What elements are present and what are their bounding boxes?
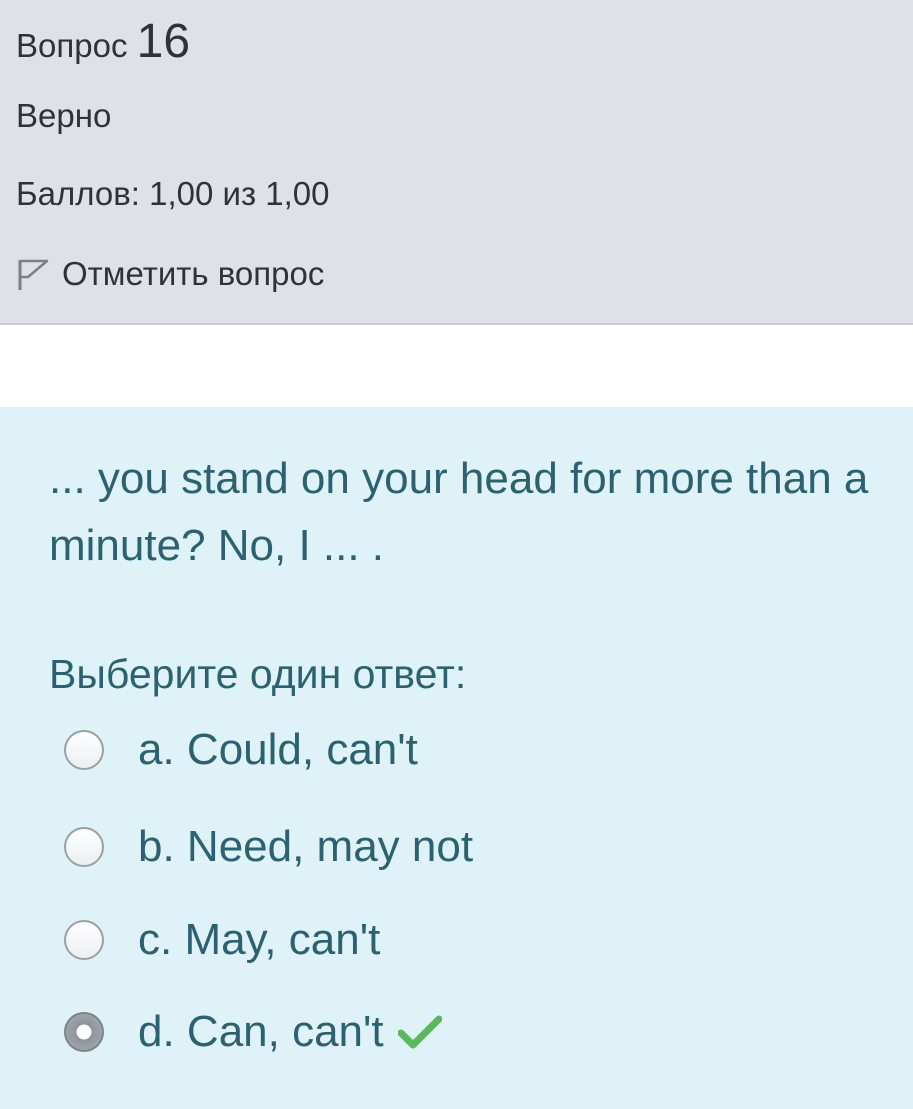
question-content: ... you stand on your head for more than… bbox=[0, 407, 913, 1109]
question-label: Вопрос bbox=[16, 27, 128, 64]
answer-option-c[interactable]: c. May, can't bbox=[64, 912, 380, 968]
answer-radio-c[interactable] bbox=[64, 920, 104, 960]
answer-option-d[interactable]: d. Can, can't bbox=[64, 1004, 442, 1060]
answer-label-a: a. Could, can't bbox=[138, 725, 418, 774]
flag-question-label: Отметить вопрос bbox=[62, 255, 325, 292]
answer-label-b: b. Need, may not bbox=[138, 822, 474, 871]
question-number-heading: Вопрос 16 bbox=[16, 16, 190, 72]
answer-option-b[interactable]: b. Need, may not bbox=[64, 819, 473, 875]
check-icon bbox=[397, 1015, 442, 1049]
answer-radio-b[interactable] bbox=[64, 827, 104, 867]
answer-prompt: Выберите один ответ: bbox=[49, 651, 467, 697]
answer-label-d: d. Can, can't bbox=[138, 1007, 384, 1056]
flag-icon bbox=[18, 259, 49, 290]
question-text: ... you stand on your head for more than… bbox=[49, 454, 869, 570]
answer-radio-d[interactable] bbox=[64, 1012, 104, 1052]
flag-question-button[interactable]: Отметить вопрос bbox=[16, 252, 324, 296]
question-grade: Баллов: 1,00 из 1,00 bbox=[16, 175, 330, 212]
answer-option-a[interactable]: a. Could, can't bbox=[64, 722, 418, 778]
answer-radio-a[interactable] bbox=[64, 730, 104, 770]
question-state: Верно bbox=[16, 97, 112, 134]
question-number: 16 bbox=[136, 15, 191, 68]
answer-label-c: c. May, can't bbox=[138, 915, 381, 964]
question-info-panel: Вопрос 16 Верно Баллов: 1,00 из 1,00 Отм… bbox=[0, 0, 913, 325]
